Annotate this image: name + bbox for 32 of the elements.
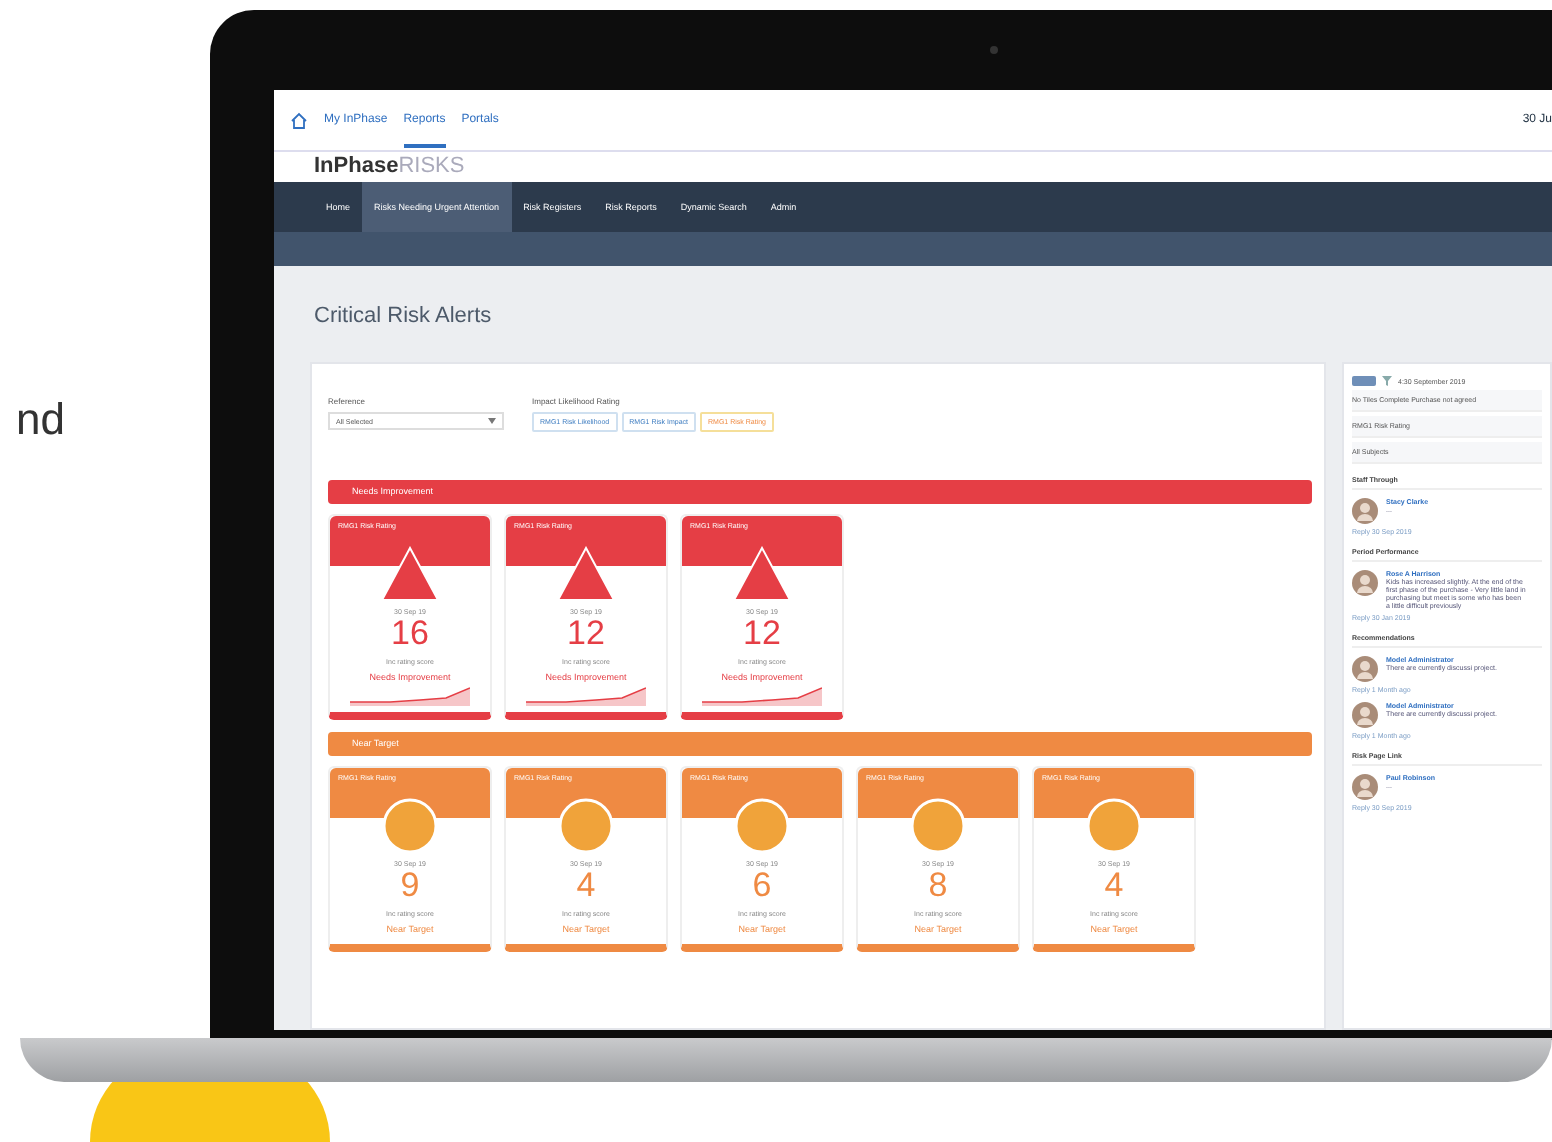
page-title: Critical Risk Alerts	[312, 302, 494, 332]
avatar-icon	[1352, 498, 1378, 524]
card-value: 8	[928, 868, 948, 904]
sparkline-drawing	[702, 686, 822, 706]
home-icon	[290, 111, 308, 129]
filter-icon	[1382, 376, 1392, 386]
card-value: 4	[1104, 868, 1124, 904]
avatar-icon	[1352, 702, 1378, 728]
card-value: 16	[391, 616, 429, 652]
card-value: 12	[743, 616, 781, 652]
card-value: 9	[400, 868, 420, 904]
sparkline-drawing	[526, 686, 646, 706]
sparkline-drawing	[350, 686, 470, 706]
card-value: 6	[752, 868, 772, 904]
camera-dot	[990, 46, 998, 54]
app-logo: InPhaseRISKS	[274, 150, 1552, 182]
avatar-icon	[1352, 570, 1378, 596]
intro-text: nd	[16, 394, 65, 444]
warning-triangle-icon	[380, 546, 440, 602]
status-circle-icon	[910, 798, 966, 854]
avatar-icon	[1352, 774, 1378, 800]
status-circle-icon	[558, 798, 614, 854]
warning-triangle-icon	[556, 546, 616, 602]
status-circle-icon	[382, 798, 438, 854]
card-value: 12	[567, 616, 605, 652]
status-circle-icon	[734, 798, 790, 854]
toggle-switch[interactable]	[1352, 376, 1376, 386]
avatar-icon	[1352, 656, 1378, 682]
status-circle-icon	[1086, 798, 1142, 854]
caret-icon	[488, 418, 496, 424]
warning-triangle-icon	[732, 546, 792, 602]
card-value: 4	[576, 868, 596, 904]
